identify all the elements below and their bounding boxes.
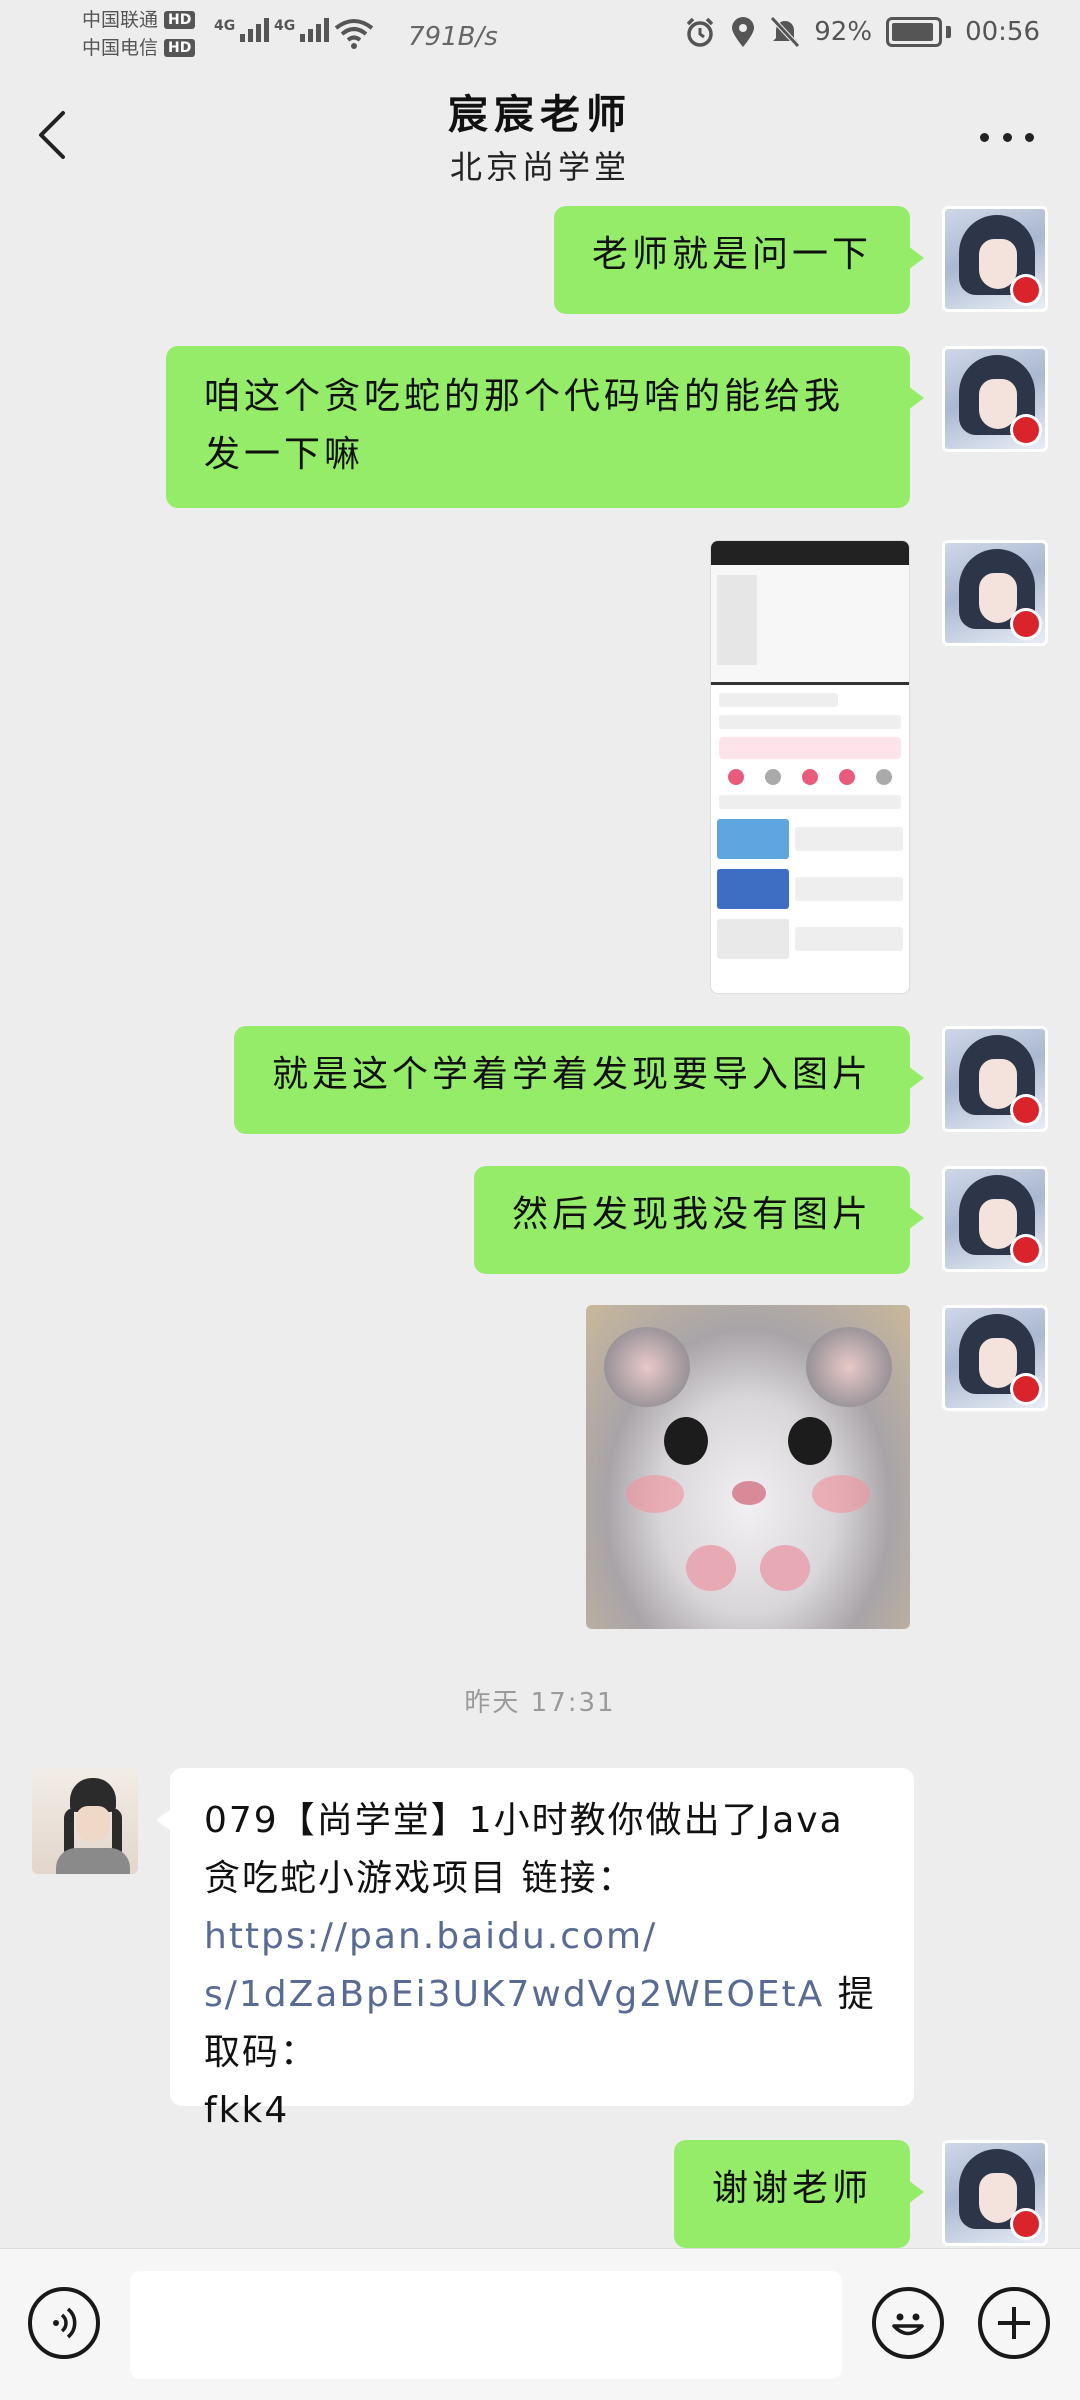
carrier-1: 中国联通 [82,9,159,31]
chat-header: 宸宸老师 北京尚学堂 [0,70,1080,202]
network-speed: 791B/s [408,22,498,52]
screenshot-image[interactable] [710,540,910,994]
chat-subtitle: 北京尚学堂 [449,148,630,186]
mute-icon [770,16,801,48]
message-bubble[interactable]: 咱这个贪吃蛇的那个代码啥的能给我发一下嘛 [166,346,924,508]
more-button[interactable] [980,122,1034,152]
my-avatar[interactable] [942,1166,1048,1272]
network-type-1: 4G [214,18,236,34]
clock: 00:56 [965,17,1040,47]
message-text: 079【尚学堂】1小时教你做出了Java贪吃蛇小游戏项目 链接： [204,1800,844,1899]
plus-button[interactable] [978,2287,1050,2359]
alarm-icon [687,17,714,47]
message-bubble[interactable]: 谢谢老师 [673,2140,925,2248]
message-bubble[interactable]: 老师就是问一下 [553,206,925,314]
share-link[interactable]: https://pan.baidu.com/ [204,1916,657,1957]
voice-icon [53,2307,77,2339]
my-avatar[interactable] [942,206,1048,312]
my-avatar[interactable] [942,1305,1048,1411]
my-avatar[interactable] [942,346,1048,452]
my-avatar[interactable] [942,540,1048,646]
voice-button[interactable] [28,2287,100,2359]
hd-badge: HD [164,39,196,57]
location-icon [732,17,755,47]
carrier-info: 中国联通 HD 中国电信 HD [82,6,196,62]
message-bubble[interactable]: 然后发现我没有图片 [473,1166,925,1274]
carrier-2: 中国电信 [82,37,159,59]
battery-percent: 92% [814,17,873,47]
chat-title: 宸宸老师 [448,92,632,138]
hd-badge: HD [164,11,196,29]
status-bar: 中国联通 HD 中国电信 HD 4G 4G 791B/s 92% 00:56 [0,0,1080,70]
share-link[interactable]: s/1dZaBpEi3UK7wdVg2WEOEtA [204,1974,824,2015]
message-bubble[interactable]: 079【尚学堂】1小时教你做出了Java贪吃蛇小游戏项目 链接： https:/… [156,1768,914,2131]
extraction-code: fkk4 [204,2090,290,2131]
hamster-sticker[interactable] [586,1305,910,1629]
signal-icon: 4G [214,18,270,42]
wifi-icon [334,19,374,49]
emoji-button[interactable] [872,2287,944,2359]
message-timestamp: 昨天 17:31 [464,1688,616,1718]
message-bubble[interactable]: 就是这个学着学着发现要导入图片 [233,1026,925,1134]
teacher-avatar[interactable] [32,1768,138,1874]
message-input[interactable] [130,2271,842,2379]
plus-icon [998,2307,1030,2339]
network-type-2: 4G [274,18,296,34]
input-bar [0,2248,1080,2400]
signal-icon: 4G [274,18,330,42]
my-avatar[interactable] [942,2140,1048,2246]
my-avatar[interactable] [942,1026,1048,1132]
status-right: 92% 00:56 [684,16,1040,48]
battery-icon [886,17,952,47]
more-dots-icon [980,132,989,142]
emoji-icon [892,2313,924,2336]
